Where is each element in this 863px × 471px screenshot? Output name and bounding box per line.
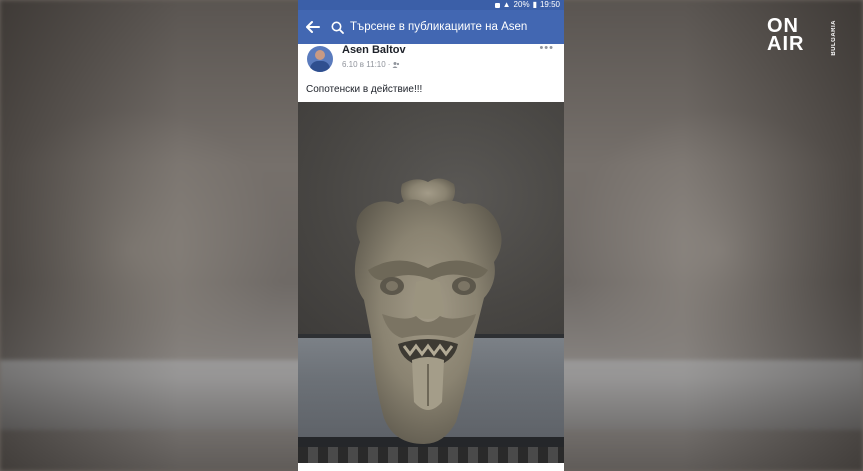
author-avatar[interactable]	[307, 46, 333, 72]
phone-screen: ▲ 20% ▮ 19:50 Търсене в публикациите на …	[298, 0, 564, 471]
battery-icon: ▮	[532, 0, 537, 9]
back-button[interactable]	[298, 10, 328, 44]
status-bar: ▲ 20% ▮ 19:50	[298, 0, 564, 10]
battery-level: 20%	[513, 0, 530, 9]
clock: 19:50	[539, 0, 560, 9]
search-input[interactable]: Търсене в публикациите на Asen	[328, 10, 564, 44]
post-photo[interactable]	[298, 102, 564, 447]
post-meta: 6.10 в 11:10 ·	[342, 60, 400, 69]
signal-icon: ▲	[502, 0, 511, 9]
search-header: Търсене в публикациите на Asen	[298, 10, 564, 44]
on-air-logo: ON AIR BULGARIA	[767, 16, 843, 56]
search-icon	[328, 21, 346, 34]
feed-bottom	[298, 463, 564, 471]
stone-mask-sculpture	[354, 178, 502, 444]
friends-icon	[392, 61, 400, 68]
logo-country-text: BULGARIA	[831, 20, 837, 56]
logo-bottom-text: AIR	[767, 33, 805, 55]
post-text: Сопотенски в действие!!!	[306, 84, 423, 95]
search-placeholder: Търсене в публикациите на Asen	[350, 21, 528, 33]
post-author[interactable]: Asen Baltov	[342, 44, 406, 56]
more-options-icon[interactable]: •••	[539, 42, 554, 54]
post-header: Asen Baltov 6.10 в 11:10 · •••	[298, 42, 564, 78]
next-post-image	[298, 447, 564, 463]
arrow-left-icon	[306, 21, 320, 33]
post-timestamp[interactable]: 6.10 в 11:10	[342, 60, 386, 69]
notification-icon	[494, 2, 500, 8]
meta-separator: ·	[387, 60, 391, 69]
